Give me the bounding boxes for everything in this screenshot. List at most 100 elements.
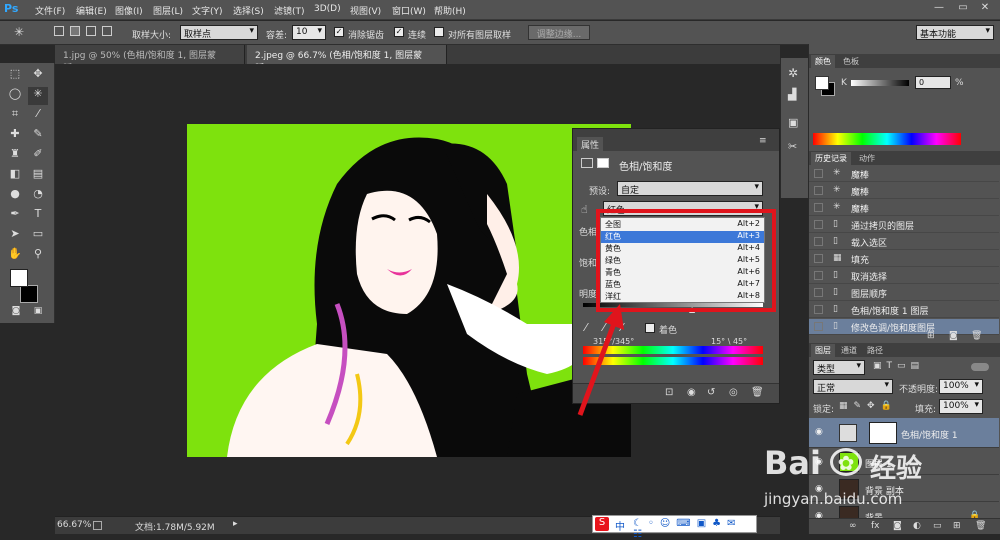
brush-tool-icon[interactable]: ✎: [28, 127, 48, 145]
k-value-input[interactable]: 0: [915, 76, 951, 89]
magic-wand-tool-icon[interactable]: ✳: [28, 87, 48, 105]
info-icon[interactable]: ▣: [788, 116, 798, 129]
menu-window[interactable]: 窗口(W): [392, 4, 426, 17]
camera-icon[interactable]: ◙: [949, 331, 958, 341]
refine-edge-button[interactable]: 调整边缘...: [528, 25, 590, 40]
add-selection-icon[interactable]: [70, 26, 80, 36]
workspace-select[interactable]: 基本功能: [916, 25, 994, 40]
gradient-tool-icon[interactable]: ▤: [28, 167, 48, 185]
history-checkbox[interactable]: [814, 254, 823, 263]
zoom-tool-icon[interactable]: ⚲: [28, 247, 48, 265]
history-item[interactable]: ▦ 填充: [809, 251, 999, 267]
opacity-input[interactable]: 100%: [939, 379, 983, 394]
panel-menu-icon[interactable]: ≡: [759, 136, 767, 146]
preset-select[interactable]: 自定: [617, 181, 763, 196]
fg-color-swatch[interactable]: [815, 76, 829, 90]
eyedropper-tool-icon[interactable]: ⁄: [28, 107, 48, 125]
menu-select[interactable]: 选择(S): [233, 4, 264, 17]
tool-presets-icon[interactable]: ✂: [788, 140, 797, 153]
trash-icon[interactable]: 🗑: [751, 387, 764, 398]
eraser-tool-icon[interactable]: ◧: [5, 167, 25, 185]
menu-3d[interactable]: 3D(D): [314, 4, 341, 14]
menu-filter[interactable]: 滤镜(T): [274, 4, 305, 17]
mask-icon[interactable]: [597, 158, 609, 168]
history-item[interactable]: ✳ 魔棒: [809, 166, 999, 182]
maximize-button[interactable]: ▭: [952, 2, 974, 16]
ime-mode[interactable]: 中: [615, 518, 625, 533]
history-item[interactable]: ▯ 图层顺序: [809, 285, 999, 301]
type-tool-icon[interactable]: T: [28, 207, 48, 225]
tab-channels[interactable]: 通道: [837, 344, 861, 357]
eye-icon[interactable]: ◉: [815, 427, 823, 437]
status-options-icon[interactable]: [93, 521, 102, 530]
marquee-tool-icon[interactable]: ⬚: [5, 67, 25, 85]
menu-help[interactable]: 帮助(H): [434, 4, 466, 17]
path-select-icon[interactable]: ➤: [5, 227, 25, 245]
history-checkbox[interactable]: [814, 203, 823, 212]
status-arrow-icon[interactable]: ▸: [233, 519, 238, 529]
hand-adjust-icon[interactable]: ☝: [581, 203, 588, 216]
new-selection-icon[interactable]: [54, 26, 64, 36]
minimize-button[interactable]: —: [928, 2, 950, 16]
new-document-from-state-icon[interactable]: ⊞: [927, 331, 935, 341]
screen-mode-icon[interactable]: ▣: [28, 306, 48, 324]
stamp-tool-icon[interactable]: ♜: [5, 147, 25, 165]
lasso-tool-icon[interactable]: ◯: [5, 87, 25, 105]
pen-tool-icon[interactable]: ✒: [5, 207, 25, 225]
shape-tool-icon[interactable]: ▭: [28, 227, 48, 245]
history-checkbox[interactable]: [814, 288, 823, 297]
sample-size-select[interactable]: 取样点: [180, 25, 258, 40]
layer-filter-icons[interactable]: ▣T▭▤: [873, 361, 924, 371]
navigator-icon[interactable]: ✲: [788, 66, 798, 80]
crop-tool-icon[interactable]: ⌗: [5, 107, 25, 125]
trash-icon[interactable]: 🗑: [975, 521, 986, 531]
tab-document-2[interactable]: 2.jpeg @ 66.7% (色相/饱和度 1, 图层蒙版/8) * ×: [247, 45, 447, 74]
tab-history[interactable]: 历史记录: [811, 152, 851, 165]
layer-kind-filter[interactable]: 类型: [813, 360, 865, 375]
menu-layer[interactable]: 图层(L): [153, 4, 183, 17]
menu-file[interactable]: 文件(F): [35, 4, 65, 17]
menu-image[interactable]: 图像(I): [115, 4, 143, 17]
color-spectrum[interactable]: [813, 133, 961, 145]
close-window-button[interactable]: ✕: [974, 2, 996, 16]
filter-toggle[interactable]: [971, 363, 989, 371]
healing-tool-icon[interactable]: ✚: [5, 127, 25, 145]
history-checkbox[interactable]: [814, 186, 823, 195]
tab-paths[interactable]: 路径: [863, 344, 887, 357]
history-item[interactable]: ▯ 载入选区: [809, 234, 999, 250]
tab-color[interactable]: 颜色: [811, 55, 835, 68]
history-checkbox[interactable]: [814, 322, 823, 331]
tab-swatches[interactable]: 色板: [839, 55, 863, 68]
background-color-swatch[interactable]: [20, 285, 38, 303]
history-item[interactable]: ✳ 魔棒: [809, 200, 999, 216]
history-checkbox[interactable]: [814, 220, 823, 229]
history-checkbox[interactable]: [814, 271, 823, 280]
history-item[interactable]: ▯ 色相/饱和度 1 图层: [809, 302, 999, 318]
sogou-icon[interactable]: S: [595, 517, 609, 531]
foreground-color-swatch[interactable]: [10, 269, 28, 287]
all-layers-checkbox[interactable]: [434, 27, 444, 37]
properties-tab[interactable]: 属性: [577, 137, 604, 152]
history-checkbox[interactable]: [814, 305, 823, 314]
history-item[interactable]: ▯ 取消选择: [809, 268, 999, 284]
dodge-tool-icon[interactable]: ◔: [28, 187, 48, 205]
lock-icons[interactable]: ▦✎✥🔒: [839, 401, 898, 411]
tab-layers[interactable]: 图层: [811, 344, 835, 357]
clip-layer-icon[interactable]: ⊡: [665, 387, 673, 398]
histogram-icon[interactable]: ▟: [788, 88, 796, 101]
intersect-selection-icon[interactable]: [102, 26, 112, 36]
ime-tool-icons[interactable]: ☾◦☺⌨▣♣✉☷: [633, 518, 756, 540]
reset-icon[interactable]: ↺: [707, 387, 715, 398]
hand-tool-icon[interactable]: ✋: [5, 247, 25, 265]
colorize-checkbox[interactable]: [645, 323, 655, 333]
history-item[interactable]: ▯ 通过拷贝的图层: [809, 217, 999, 233]
trash-icon[interactable]: 🗑: [971, 331, 982, 341]
history-brush-icon[interactable]: ✐: [28, 147, 48, 165]
move-tool-icon[interactable]: ✥: [28, 67, 48, 85]
antialias-checkbox[interactable]: ✓: [334, 27, 344, 37]
fill-input[interactable]: 100%: [939, 399, 983, 414]
k-slider[interactable]: [851, 80, 909, 86]
quick-mask-icon[interactable]: ◙: [6, 306, 26, 324]
history-item[interactable]: ✳ 魔棒: [809, 183, 999, 199]
history-checkbox[interactable]: [814, 237, 823, 246]
